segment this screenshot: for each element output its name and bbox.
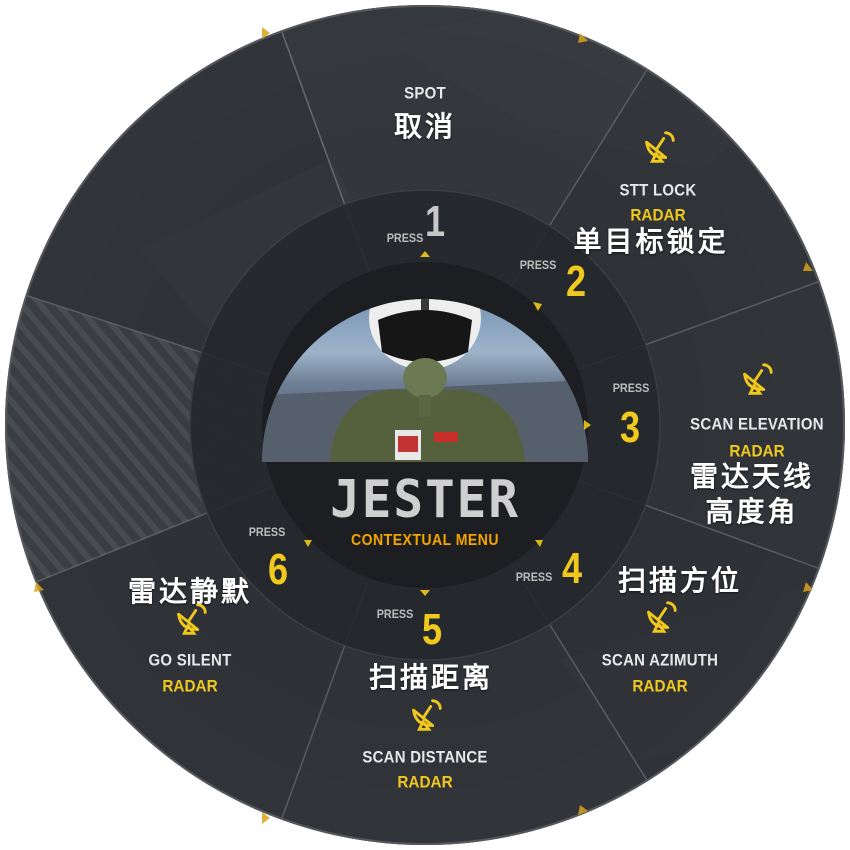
option-4-label[interactable]: SCAN AZIMUTH	[602, 652, 718, 669]
option-6-category: RADAR	[162, 676, 218, 696]
option-2-translation: 单目标锁定	[573, 225, 729, 258]
option-2-category: RADAR	[630, 205, 686, 225]
menu-title: JESTER	[330, 470, 520, 530]
option-2-press: PRESS	[519, 258, 557, 272]
option-1-label[interactable]: SPOT	[404, 85, 446, 102]
option-5-press: PRESS	[376, 607, 414, 621]
option-1-number[interactable]: 1	[425, 200, 445, 244]
option-2-label[interactable]: STT LOCK	[620, 182, 697, 199]
option-6-press: PRESS	[248, 525, 286, 539]
radar-dish-icon	[412, 699, 442, 731]
option-2-number[interactable]: 2	[566, 260, 586, 304]
option-4-press: PRESS	[515, 570, 553, 584]
option-1-press: PRESS	[386, 231, 424, 245]
option-3-category: RADAR	[729, 441, 785, 461]
option-3-label[interactable]: SCAN ELEVATION	[690, 416, 824, 433]
option-3-press: PRESS	[612, 381, 650, 395]
radar-dish-icon	[645, 131, 675, 163]
option-3-number[interactable]: 3	[620, 406, 640, 450]
option-1-translation: 取消	[393, 110, 457, 143]
option-4-translation: 扫描方位	[617, 564, 743, 597]
option-3-translation: 雷达天线 高度角	[689, 460, 815, 528]
radar-dish-icon	[647, 601, 677, 633]
option-5-label[interactable]: SCAN DISTANCE	[362, 749, 487, 766]
radar-dish-icon	[743, 363, 773, 395]
option-4-category: RADAR	[632, 676, 688, 696]
menu-subtitle: CONTEXTUAL MENU	[351, 532, 499, 549]
option-4-number[interactable]: 4	[562, 547, 582, 591]
option-5-translation: 扫描距离	[368, 661, 494, 694]
radar-dish-icon	[177, 603, 207, 635]
option-5-number[interactable]: 5	[422, 608, 442, 652]
option-6-label[interactable]: GO SILENT	[148, 652, 231, 669]
option-6-number[interactable]: 6	[268, 548, 288, 592]
option-5-category: RADAR	[397, 772, 453, 792]
